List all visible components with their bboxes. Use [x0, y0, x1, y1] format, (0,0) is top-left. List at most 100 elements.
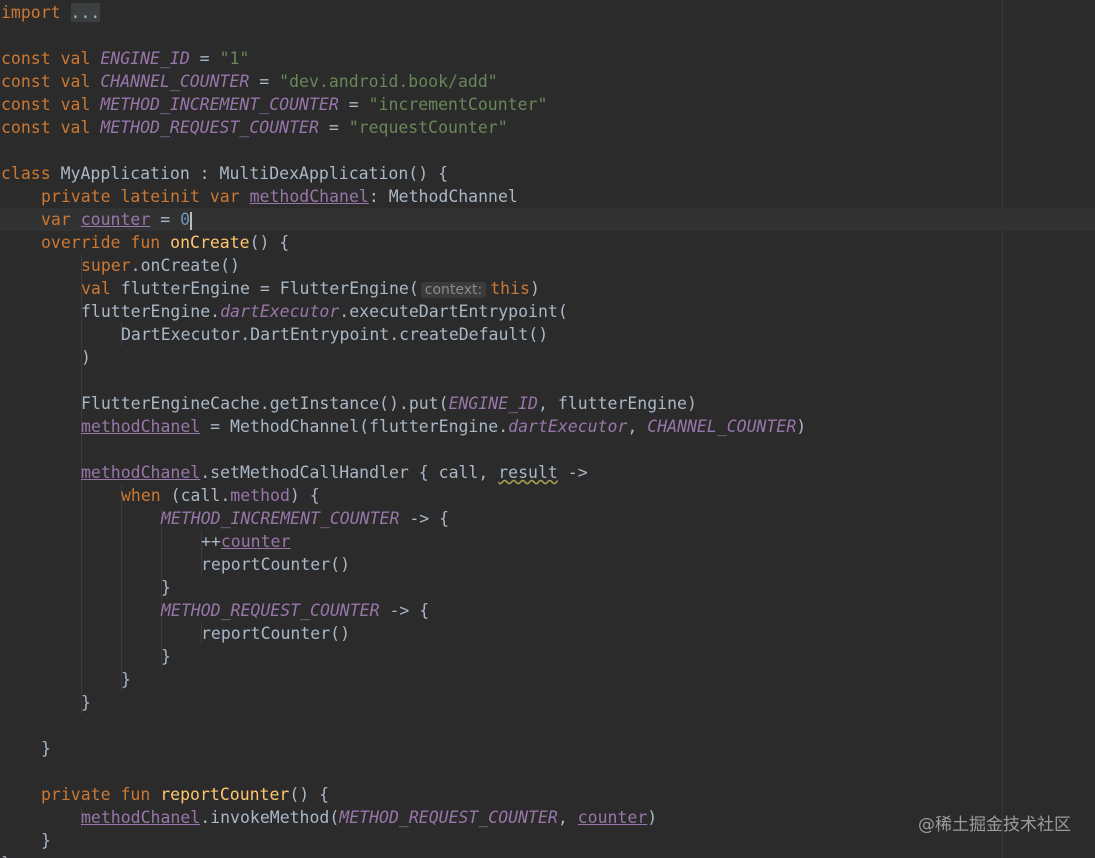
code-token: }	[41, 831, 51, 850]
code-line[interactable]: when (call.method) {	[121, 484, 320, 507]
code-token: ENGINE_ID	[448, 394, 538, 413]
code-line[interactable]: flutterEngine.dartExecutor.executeDartEn…	[81, 300, 568, 323]
code-token: =	[338, 95, 369, 114]
code-token: override fun	[41, 233, 171, 252]
code-token: = MethodChannel(flutterEngine.	[200, 417, 509, 436]
code-token: FlutterEngineCache.getInstance().put(	[81, 394, 449, 413]
code-token: methodChanel	[81, 808, 201, 827]
code-token: }	[81, 693, 91, 712]
code-line[interactable]: class MyApplication : MultiDexApplicatio…	[1, 162, 448, 185]
code-line[interactable]: METHOD_REQUEST_COUNTER -> {	[161, 599, 429, 622]
code-line[interactable]: }	[41, 737, 51, 760]
code-line[interactable]: const val METHOD_REQUEST_COUNTER = "requ…	[1, 116, 508, 139]
code-line[interactable]: reportCounter()	[201, 622, 350, 645]
code-token: "incrementCounter"	[368, 95, 548, 114]
code-token: method	[230, 486, 290, 505]
code-token: reportCounter	[160, 785, 290, 804]
code-token: .invokeMethod(	[200, 808, 340, 827]
code-token: import	[1, 3, 71, 22]
code-line[interactable]: private fun reportCounter() {	[41, 783, 329, 806]
code-line[interactable]: var counter = 0	[41, 208, 193, 231]
code-token: "1"	[219, 49, 250, 68]
code-line[interactable]: ++counter	[201, 530, 290, 553]
code-token: () {	[249, 233, 290, 252]
code-token: .setMethodCallHandler { call,	[200, 463, 499, 482]
code-line[interactable]: }	[41, 829, 51, 852]
code-line[interactable]: }	[161, 645, 171, 668]
code-token: METHOD_INCREMENT_COUNTER	[161, 509, 400, 528]
code-line[interactable]: }	[81, 691, 91, 714]
code-token: MyApplication : MultiDexApplication() {	[60, 164, 449, 183]
indent-guide	[81, 254, 82, 714]
code-line[interactable]: FlutterEngineCache.getInstance().put(ENG…	[81, 392, 697, 415]
code-token: ,	[557, 808, 578, 827]
code-token: .onCreate()	[130, 256, 240, 275]
code-token: private fun	[41, 785, 161, 804]
code-token: reportCounter()	[201, 624, 351, 643]
code-token: =	[249, 72, 280, 91]
code-line[interactable]: val flutterEngine = FlutterEngine(contex…	[81, 277, 540, 300]
code-token: )	[81, 348, 91, 367]
code-line[interactable]: }	[1, 852, 11, 858]
code-token: methodChanel	[81, 417, 201, 436]
code-token: counter	[577, 808, 648, 827]
code-token: }	[161, 578, 171, 597]
code-token: =	[150, 210, 181, 229]
right-margin-guide	[1002, 0, 1003, 858]
code-token: onCreate	[170, 233, 250, 252]
code-line[interactable]: }	[161, 576, 171, 599]
code-line[interactable]: const val METHOD_INCREMENT_COUNTER = "in…	[1, 93, 547, 116]
code-line[interactable]: override fun onCreate() {	[41, 231, 289, 254]
code-token: ,	[627, 417, 648, 436]
code-token: counter	[80, 210, 151, 229]
code-token: )	[530, 279, 540, 298]
code-token: reportCounter()	[201, 555, 351, 574]
code-line[interactable]: DartExecutor.DartEntrypoint.createDefaul…	[121, 323, 548, 346]
code-token: METHOD_INCREMENT_COUNTER	[100, 95, 339, 114]
code-token: )	[796, 417, 807, 436]
code-token: .executeDartEntrypoint(	[339, 302, 568, 321]
code-token: when	[121, 486, 161, 505]
code-token: , flutterEngine)	[537, 394, 697, 413]
code-line[interactable]: const val ENGINE_ID = "1"	[1, 47, 249, 70]
watermark: @稀土掘金技术社区	[918, 815, 1071, 835]
code-token: val	[81, 279, 121, 298]
code-line[interactable]: import ...	[1, 1, 101, 24]
code-token: }	[1, 854, 11, 858]
code-token: flutterEngine = FlutterEngine(	[120, 279, 419, 298]
code-line[interactable]: methodChanel.invokeMethod(METHOD_REQUEST…	[81, 806, 657, 829]
code-token: const val	[1, 95, 101, 114]
code-line[interactable]: methodChanel = MethodChannel(flutterEngi…	[81, 415, 806, 438]
code-token: =	[189, 49, 220, 68]
code-token: dartExecutor	[508, 417, 628, 436]
code-token: -> {	[379, 601, 430, 620]
code-token: super	[81, 256, 131, 275]
code-token: private lateinit var	[41, 187, 250, 206]
code-token: =	[318, 118, 349, 137]
code-token: DartExecutor.DartEntrypoint.createDefaul…	[121, 325, 549, 344]
code-line[interactable]: super.onCreate()	[81, 254, 240, 277]
code-token: METHOD_REQUEST_COUNTER	[161, 601, 380, 620]
code-token: class	[1, 164, 61, 183]
code-token: }	[41, 739, 51, 758]
code-line[interactable]: }	[121, 668, 131, 691]
parameter-hint: context:	[420, 282, 487, 298]
code-editor[interactable]: import ... const val ENGINE_ID = "1" const…	[0, 0, 1095, 858]
code-line[interactable]: methodChanel.setMethodCallHandler { call…	[81, 461, 588, 484]
code-token: "dev.android.book/add"	[279, 72, 498, 91]
code-token: ++	[201, 532, 221, 551]
code-token: methodChanel	[81, 463, 201, 482]
code-line[interactable]: METHOD_INCREMENT_COUNTER -> {	[161, 507, 449, 530]
code-token: ENGINE_ID	[100, 49, 190, 68]
code-token: (call.	[160, 486, 231, 505]
code-line[interactable]: reportCounter()	[201, 553, 350, 576]
folded-imports[interactable]: ...	[70, 3, 101, 22]
code-token: const val	[1, 72, 101, 91]
code-token: const val	[1, 118, 101, 137]
code-line[interactable]: private lateinit var methodChanel: Metho…	[41, 185, 518, 208]
code-token: )	[647, 808, 658, 827]
code-token: CHANNEL_COUNTER	[100, 72, 250, 91]
code-token: }	[161, 647, 171, 666]
code-line[interactable]: )	[81, 346, 91, 369]
code-line[interactable]: const val CHANNEL_COUNTER = "dev.android…	[1, 70, 498, 93]
